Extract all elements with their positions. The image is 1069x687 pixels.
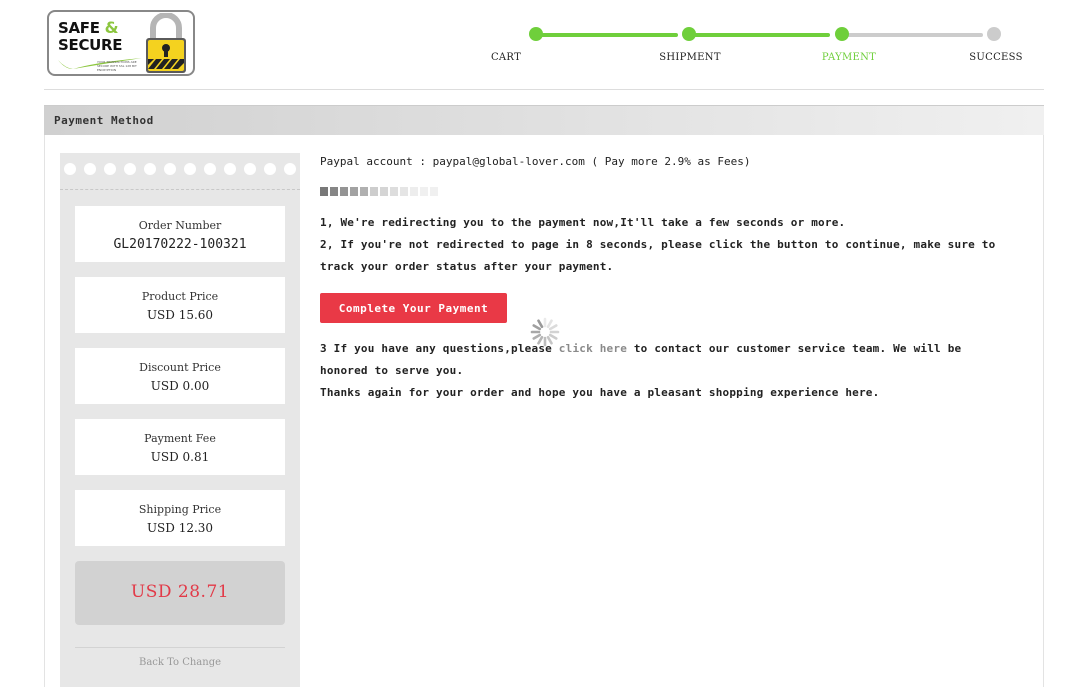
step-dot-success [987, 27, 1001, 41]
receipt-perforation [60, 163, 300, 177]
perforation-hole [164, 163, 176, 175]
discount-price-label: Discount Price [139, 361, 221, 374]
logo-line1: SAFE [58, 19, 100, 37]
perforation-hole [224, 163, 236, 175]
step-dot-shipment [682, 27, 696, 41]
step-label-payment: PAYMENT [821, 52, 877, 63]
payment-fee-label: Payment Fee [144, 432, 216, 445]
order-number-card: Order Number GL20170222-100321 [75, 206, 285, 262]
discount-price-card: Discount Price USD 0.00 [75, 348, 285, 404]
logo-tagline: YOUR TRANSACTIONS ARE SECURE WITH SSL 12… [97, 60, 137, 72]
progress-segment [400, 187, 408, 196]
progress-segment [350, 187, 358, 196]
product-price-value: USD 15.60 [146, 308, 214, 322]
progress-segment [330, 187, 338, 196]
spinner-spoke [548, 333, 558, 340]
shipping-price-value: USD 12.30 [146, 521, 214, 535]
spinner-spoke [537, 319, 544, 329]
order-number-label: Order Number [138, 219, 222, 232]
header-divider [44, 89, 1044, 90]
perforation-hole [64, 163, 76, 175]
back-to-change-link[interactable]: Back To Change [75, 657, 285, 668]
perforation-hole [124, 163, 136, 175]
logo-line2: SECURE [58, 36, 123, 54]
progress-segment [410, 187, 418, 196]
perforation-hole [184, 163, 196, 175]
checkout-progress: CART SHIPMENT PAYMENT SUCCESS [486, 24, 1026, 72]
step-label-success: SUCCESS [969, 52, 1023, 63]
back-divider [75, 647, 285, 648]
perforation-hole [244, 163, 256, 175]
shipping-price-label: Shipping Price [138, 503, 222, 516]
progress-segment [390, 187, 398, 196]
safe-secure-logo: SAFE & SECURE YOUR TRANSACTIONS ARE SECU… [47, 10, 195, 76]
step-connector-2 [689, 33, 830, 37]
step-label-cart: CART [490, 52, 522, 63]
order-total-box: USD 28.71 [75, 561, 285, 625]
logo-text: SAFE & SECURE [58, 18, 123, 54]
progress-segment [380, 187, 388, 196]
order-number-value: GL20170222-100321 [113, 237, 247, 252]
perforation-hole [204, 163, 216, 175]
complete-payment-button[interactable]: Complete Your Payment [320, 293, 507, 323]
progress-segment [420, 187, 428, 196]
spinner-spoke [532, 333, 542, 340]
progress-segment [340, 187, 348, 196]
padlock-icon [146, 13, 186, 73]
order-total-value: USD 28.71 [130, 582, 230, 602]
spinner-spoke [532, 324, 542, 331]
step-label-shipment: SHIPMENT [659, 52, 721, 63]
logo-amp: & [104, 18, 119, 37]
step-dot-cart [529, 27, 543, 41]
progress-segment [360, 187, 368, 196]
line3-suffix: to contact our customer service team. We… [627, 342, 962, 355]
discount-price-value: USD 0.00 [150, 379, 210, 393]
paypal-account-line: Paypal account : paypal@global-lover.com… [320, 155, 751, 168]
contact-click-here-link[interactable]: click here [559, 342, 627, 355]
instruction-line-2-cont: track your order status after your payme… [320, 260, 614, 273]
payment-fee-value: USD 0.81 [150, 450, 210, 464]
perforation-hole [84, 163, 96, 175]
perforation-hole [144, 163, 156, 175]
spinner-spoke [546, 319, 553, 329]
instruction-line-2: 2, If you're not redirected to page in 8… [320, 238, 996, 251]
step-connector-3 [841, 33, 983, 37]
payment-method-bar: Payment Method [44, 105, 1044, 135]
perforation-hole [104, 163, 116, 175]
spinner-spoke [548, 324, 558, 331]
section-title: Payment Method [54, 114, 154, 127]
perforation-hole [284, 163, 296, 175]
perforation-hole [264, 163, 276, 175]
product-price-card: Product Price USD 15.60 [75, 277, 285, 333]
shipping-price-card: Shipping Price USD 12.30 [75, 490, 285, 546]
step-connector-1 [536, 33, 678, 37]
order-receipt: Order Number GL20170222-100321 Product P… [60, 153, 300, 687]
receipt-dashed-divider [60, 189, 300, 190]
payment-fee-card: Payment Fee USD 0.81 [75, 419, 285, 475]
instruction-line-3: 3 If you have any questions,please click… [320, 342, 961, 355]
progress-segment [370, 187, 378, 196]
instruction-line-3-cont: honored to serve you. [320, 364, 464, 377]
thanks-line: Thanks again for your order and hope you… [320, 386, 880, 399]
instruction-line-1: 1, We're redirecting you to the payment … [320, 216, 846, 229]
progress-segment [430, 187, 438, 196]
line3-prefix: 3 If you have any questions,please [320, 342, 559, 355]
progress-segment [320, 187, 328, 196]
step-dot-payment [835, 27, 849, 41]
product-price-label: Product Price [141, 290, 219, 303]
